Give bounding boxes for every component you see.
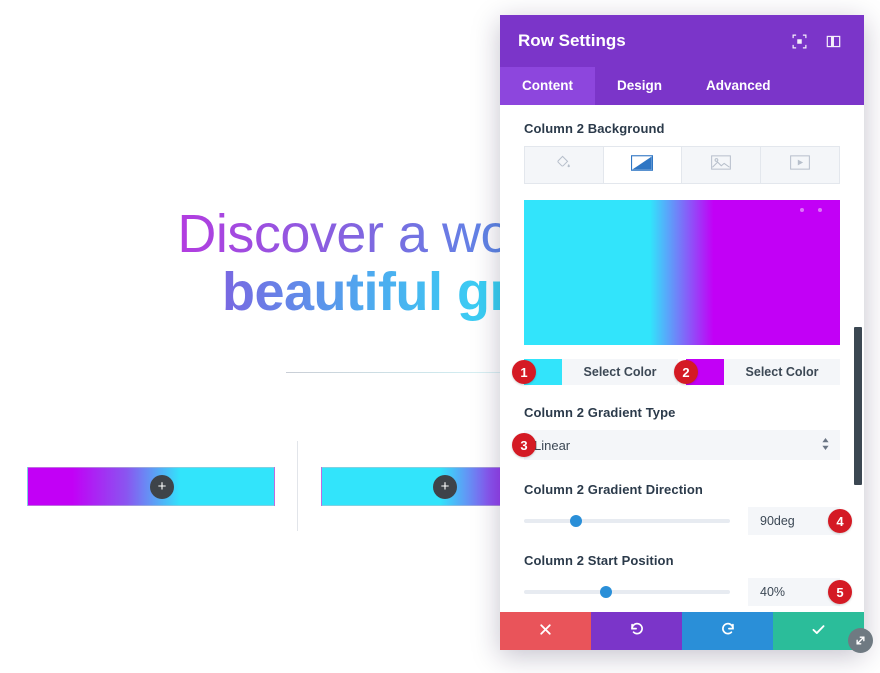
- resize-handle[interactable]: [848, 628, 873, 653]
- slider-track[interactable]: [524, 590, 730, 594]
- add-module-button-right[interactable]: +: [433, 475, 457, 499]
- preview-marker-b: [818, 208, 822, 212]
- cancel-button[interactable]: [500, 612, 591, 650]
- start-position-row: 40% 5: [524, 578, 852, 606]
- column-divider: [297, 441, 298, 531]
- start-position-value-box[interactable]: 40% 5: [748, 578, 852, 606]
- modal-scrollbar-thumb[interactable]: [854, 327, 862, 485]
- check-icon: [811, 622, 826, 641]
- gradient-direction-field: Column 2 Gradient Direction 90deg 4: [524, 482, 852, 535]
- close-icon: [539, 623, 552, 640]
- step-badge-1: 1: [512, 360, 536, 384]
- step-badge-5: 5: [828, 580, 852, 604]
- undo-icon: [629, 621, 645, 641]
- bg-type-video-tab[interactable]: [761, 147, 840, 183]
- headline-divider: [286, 372, 516, 373]
- modal-footer: [500, 612, 864, 650]
- undo-button[interactable]: [591, 612, 682, 650]
- redo-icon: [720, 621, 736, 641]
- modal-header: Row Settings: [500, 15, 864, 67]
- gradient-preview[interactable]: [524, 200, 840, 345]
- gradient-type-value: Linear: [534, 437, 571, 453]
- gradient-direction-label: Column 2 Gradient Direction: [524, 482, 703, 497]
- gradient-color-row: 1 Select Color 2 Select Color: [512, 359, 840, 385]
- fullscreen-icon[interactable]: [786, 28, 812, 54]
- gradient-color-1[interactable]: 1 Select Color: [512, 359, 678, 385]
- video-icon: [789, 155, 810, 175]
- gradient-direction-value-box[interactable]: 90deg 4: [748, 507, 852, 535]
- headline-line-1: Discover a wo: [0, 205, 510, 263]
- modal-tab-bar: Content Design Advanced: [500, 67, 864, 105]
- slider-handle[interactable]: [569, 515, 582, 527]
- gradient-icon: [631, 154, 654, 176]
- row-settings-modal: Row Settings Content Design Advanced Col…: [500, 15, 864, 650]
- modal-body: Column 2 Background 1 Select Color 2 Sel…: [500, 105, 864, 612]
- start-position-slider[interactable]: [524, 582, 730, 602]
- select-color-label-2[interactable]: Select Color: [724, 359, 840, 385]
- start-position-label: Column 2 Start Position: [524, 553, 674, 568]
- gradient-type-label: Column 2 Gradient Type: [524, 405, 676, 420]
- tab-content[interactable]: Content: [500, 67, 595, 105]
- slider-handle[interactable]: [600, 586, 613, 598]
- step-badge-2: 2: [674, 360, 698, 384]
- chevron-updown-icon: [821, 437, 830, 453]
- headline-line-2: beautiful gr: [0, 263, 511, 321]
- bg-type-image-tab[interactable]: [682, 147, 761, 183]
- preview-marker-a: [800, 208, 804, 212]
- gradient-color-2[interactable]: 2 Select Color: [674, 359, 840, 385]
- start-position-value: 40%: [760, 585, 786, 599]
- start-position-field: Column 2 Start Position 40% 5: [524, 553, 852, 606]
- layout-panel-icon[interactable]: [820, 28, 846, 54]
- modal-scrollbar-track[interactable]: [854, 105, 862, 612]
- redo-button[interactable]: [682, 612, 773, 650]
- image-icon: [710, 155, 731, 175]
- step-badge-3: 3: [512, 433, 536, 457]
- background-type-tabs: [524, 146, 840, 184]
- slider-track[interactable]: [524, 519, 730, 523]
- gradient-direction-value: 90deg: [760, 514, 795, 528]
- tab-design[interactable]: Design: [595, 67, 684, 105]
- column-background-label: Column 2 Background: [524, 121, 665, 136]
- bg-type-color-tab[interactable]: [525, 147, 604, 183]
- gradient-type-select[interactable]: 3 Linear: [512, 430, 840, 460]
- color-fill-icon: [556, 155, 571, 175]
- add-module-button-left[interactable]: +: [150, 475, 174, 499]
- gradient-preview-fill: [524, 200, 840, 345]
- page-title: Row Settings: [518, 31, 626, 50]
- gradient-direction-row: 90deg 4: [524, 507, 852, 535]
- select-color-label-1[interactable]: Select Color: [562, 359, 678, 385]
- step-badge-4: 4: [828, 509, 852, 533]
- bg-type-gradient-tab[interactable]: [603, 147, 682, 183]
- gradient-direction-slider[interactable]: [524, 511, 730, 531]
- tab-advanced[interactable]: Advanced: [684, 67, 793, 105]
